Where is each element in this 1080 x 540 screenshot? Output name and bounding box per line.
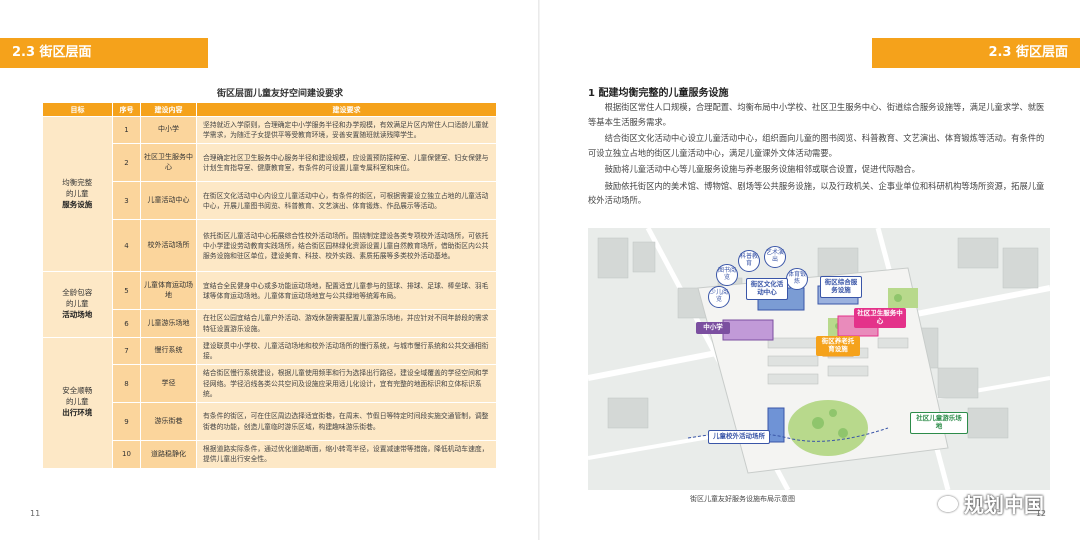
section-header: 2.3 街区层面 bbox=[872, 38, 1080, 68]
row-number: 8 bbox=[112, 364, 141, 404]
table-row: 全龄包容 的儿童 活动场地 5 儿童体育运动场地 宜结合全民健身中心或多功能运动… bbox=[42, 271, 497, 338]
sub-heading: 1 配建均衡完整的儿童服务设施 bbox=[588, 88, 729, 99]
table-row: 均衡完整 的儿童 服务设施 1 中小学 坚持就近入学原则，合理确定中小学服务半径… bbox=[42, 116, 497, 273]
row-content: 中小学 bbox=[140, 116, 197, 145]
row-requirement: 根据道路实际条件，通过优化道路断面，缩小转弯半径，设置减速带等措施，降低机动车速… bbox=[196, 440, 497, 469]
map-caption: 街区儿童友好服务设施布局示意图 bbox=[690, 495, 795, 503]
header-requirement: 建设要求 bbox=[196, 102, 497, 117]
row-number: 7 bbox=[112, 337, 141, 366]
page-number: 11 bbox=[30, 509, 41, 518]
watermark-text: 规划中国 bbox=[964, 493, 1044, 517]
label-playground: 社区儿童游乐场地 bbox=[910, 412, 968, 434]
goal-cell: 均衡完整 的儿童 服务设施 bbox=[42, 116, 113, 273]
label-culture-center: 街区文化活动中心 bbox=[746, 278, 788, 300]
row-requirement: 依托街区儿童活动中心拓展综合性校外活动场所。围绕制定建设各类专项校外活动场所，可… bbox=[196, 219, 497, 273]
row-content: 校外活动场所 bbox=[140, 219, 197, 273]
label-outdoor-venue: 儿童校外活动场所 bbox=[708, 430, 770, 444]
row-requirement: 在街区文化活动中心内设立儿童活动中心，有条件的街区，可根据需要设立独立占地的儿童… bbox=[196, 181, 497, 221]
section-header: 2.3 街区层面 bbox=[0, 38, 208, 68]
watermark: 规划中国 bbox=[938, 489, 1044, 518]
row-number: 1 bbox=[112, 116, 141, 145]
page-number: 12 bbox=[1035, 509, 1046, 518]
row-number: 3 bbox=[112, 181, 141, 221]
row-requirement: 合理确定社区卫生服务中心服务半径和建设规模，应设置预防接种室、儿童保健室、妇女保… bbox=[196, 143, 497, 183]
row-requirement: 结合街区慢行系统建设，根据儿童使用频率和行为选择出行路径，建设全域覆盖的学径空间… bbox=[196, 364, 497, 404]
header-number: 序号 bbox=[112, 102, 141, 117]
row-content: 儿童活动中心 bbox=[140, 181, 197, 221]
row-requirement: 在社区公园宜结合儿童户外活动、游戏休憩需要配置儿童游乐场地，并应针对不同年龄段的… bbox=[196, 309, 497, 338]
right-page: 2.3 街区层面 1 配建均衡完整的儿童服务设施 根据街区常住人口规模，合理配置… bbox=[540, 0, 1080, 540]
wechat-icon bbox=[938, 495, 958, 512]
map-bubble: 少儿阅览 bbox=[708, 286, 730, 308]
requirements-table: 目标 序号 建设内容 建设要求 均衡完整 的儿童 服务设施 1 中小学 坚持就近… bbox=[42, 102, 497, 469]
goal-cell: 安全顺畅 的儿童 出行环境 bbox=[42, 337, 113, 469]
map-bubble: 科普教育 bbox=[738, 250, 760, 272]
paragraph: 鼓励依托街区内的美术馆、博物馆、剧场等公共服务设施，以及行政机关、企事业单位和科… bbox=[588, 180, 1045, 206]
row-number: 10 bbox=[112, 440, 141, 469]
paragraph: 鼓励将儿童活动中心等儿童服务设施与养老服务设施相邻或联合设置，促进代际融合。 bbox=[604, 164, 920, 175]
row-content: 学径 bbox=[140, 364, 197, 404]
row-number: 9 bbox=[112, 402, 141, 442]
body-text: 根据街区常住人口规模，合理配置、均衡布局中小学校、社区卫生服务中心、街道综合服务… bbox=[588, 100, 1050, 210]
row-number: 4 bbox=[112, 219, 141, 273]
paragraph: 结合街区文化活动中心设立儿童活动中心，组织面向儿童的图书阅览、科普教育、文艺演出… bbox=[588, 133, 1045, 158]
row-requirement: 建设联贯中小学校、儿童活动场地和校外活动场所的慢行系统，与城市慢行系统和公共交通… bbox=[196, 337, 497, 366]
table-header-row: 目标 序号 建设内容 建设要求 bbox=[42, 102, 497, 117]
row-requirement: 坚持就近入学原则，合理确定中小学服务半径和办学规模，有效满足片区内常住人口适龄儿… bbox=[196, 116, 497, 145]
row-number: 5 bbox=[112, 271, 141, 311]
row-content: 社区卫生服务中心 bbox=[140, 143, 197, 183]
row-number: 6 bbox=[112, 309, 141, 338]
map-illustration bbox=[588, 228, 1050, 490]
row-content: 慢行系统 bbox=[140, 337, 197, 366]
map-bubble: 体育锻炼 bbox=[786, 268, 808, 290]
row-content: 道路稳静化 bbox=[140, 440, 197, 469]
row-content: 游乐街巷 bbox=[140, 402, 197, 442]
paragraph: 根据街区常住人口规模，合理配置、均衡布局中小学校、社区卫生服务中心、街道综合服务… bbox=[588, 102, 1045, 127]
label-school: 中小学 bbox=[696, 322, 730, 334]
row-content: 儿童体育运动场地 bbox=[140, 271, 197, 311]
row-requirement: 宜结合全民健身中心或多功能运动场地，配置适宜儿童参与的篮球、排球、足球、棒垒球、… bbox=[196, 271, 497, 311]
table-title: 街区层面儿童友好空间建设要求 bbox=[216, 89, 343, 99]
label-elderly-care: 街区养老托育设施 bbox=[816, 336, 860, 356]
header-content: 建设内容 bbox=[140, 102, 197, 117]
map-bubble: 艺术演出 bbox=[764, 246, 786, 268]
header-goal: 目标 bbox=[42, 102, 113, 117]
goal-cell: 全龄包容 的儿童 活动场地 bbox=[42, 271, 113, 338]
label-health-center: 社区卫生服务中心 bbox=[854, 308, 906, 328]
row-requirement: 有条件的街区，可在住区周边选择适宜街巷，在周末、节假日等特定时间段实施交通管制，… bbox=[196, 402, 497, 442]
facility-layout-map: 科普教育 艺术演出 图书阅览 少儿阅览 体育锻炼 街区文化活动中心 街区综合服务… bbox=[588, 228, 1050, 490]
label-service-facility: 街区综合服务设施 bbox=[820, 276, 862, 298]
map-bubble: 图书阅览 bbox=[716, 264, 738, 286]
row-number: 2 bbox=[112, 143, 141, 183]
table-row: 安全顺畅 的儿童 出行环境 7 慢行系统 建设联贯中小学校、儿童活动场地和校外活… bbox=[42, 337, 497, 469]
row-content: 儿童游乐场地 bbox=[140, 309, 197, 338]
left-page: 2.3 街区层面 街区层面儿童友好空间建设要求 目标 序号 建设内容 建设要求 … bbox=[0, 0, 540, 540]
